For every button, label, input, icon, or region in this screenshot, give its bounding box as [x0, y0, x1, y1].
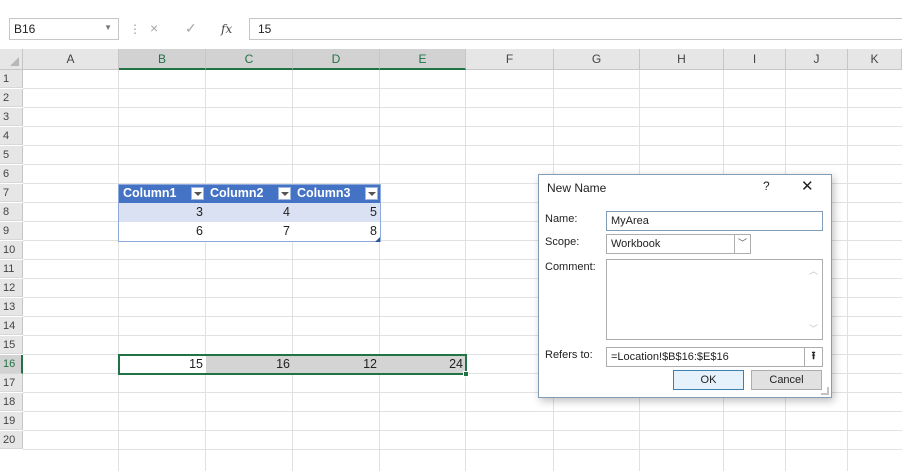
gridline: [23, 145, 902, 146]
range-cell-d16[interactable]: 12: [293, 355, 380, 374]
row-header-18[interactable]: 18: [0, 393, 23, 411]
formula-value: 15: [258, 22, 272, 36]
cancel-icon[interactable]: ×: [150, 20, 158, 36]
row-header-15[interactable]: 15: [0, 336, 23, 354]
table-header-label: Column2: [210, 186, 264, 200]
filter-dropdown-icon[interactable]: [365, 187, 378, 200]
scroll-down-icon[interactable]: ﹀: [809, 322, 818, 335]
table-cell[interactable]: 8: [293, 222, 380, 241]
gridline: [465, 70, 466, 471]
row-header-1[interactable]: 1: [0, 70, 23, 88]
formula-bar: B16 ▼ ⋮ × ✓ fx 15: [0, 0, 902, 46]
gridline: [23, 107, 902, 108]
row-header-2[interactable]: 2: [0, 89, 23, 107]
select-all-button[interactable]: [0, 49, 23, 70]
row-header-17[interactable]: 17: [0, 374, 23, 392]
refers-to-input[interactable]: =Location!$B$16:$E$16 ⭱: [606, 347, 823, 367]
table-resize-handle-icon[interactable]: [375, 237, 380, 242]
collapse-dialog-icon[interactable]: ⭱: [804, 348, 822, 366]
gridline: [118, 70, 119, 471]
gridline: [379, 70, 380, 471]
table-header-label: Column3: [297, 186, 351, 200]
column-header-d[interactable]: D: [293, 49, 380, 70]
refers-to-label: Refers to:: [545, 349, 593, 361]
row-header-4[interactable]: 4: [0, 127, 23, 145]
row-header-16[interactable]: 16: [0, 355, 23, 374]
row-header-3[interactable]: 3: [0, 108, 23, 126]
scroll-up-icon[interactable]: ︿: [809, 264, 818, 277]
gridline: [292, 70, 293, 471]
name-box-value: B16: [14, 22, 36, 36]
row-header-19[interactable]: 19: [0, 412, 23, 430]
row-header-10[interactable]: 10: [0, 241, 23, 259]
grip-dots-icon: ⋮: [129, 22, 141, 36]
row-header-11[interactable]: 11: [0, 260, 23, 278]
cancel-button[interactable]: Cancel: [751, 370, 822, 390]
range-cell-e16[interactable]: 24: [380, 355, 466, 374]
formula-input[interactable]: 15: [249, 18, 902, 40]
scope-select[interactable]: Workbook ﹀: [606, 234, 751, 254]
table-cell[interactable]: 4: [206, 203, 293, 222]
refers-to-value: =Location!$B$16:$E$16: [611, 351, 729, 363]
row-header-12[interactable]: 12: [0, 279, 23, 297]
ok-button[interactable]: OK: [673, 370, 744, 390]
gridline: [205, 70, 206, 471]
column-header-b[interactable]: B: [119, 49, 206, 70]
gridline: [23, 88, 902, 89]
gridline: [23, 126, 902, 127]
column-header-j[interactable]: J: [786, 49, 848, 70]
new-name-dialog: New Name ? ✕ Name: MyArea Scope: Workboo…: [538, 174, 832, 398]
column-header-g[interactable]: G: [554, 49, 640, 70]
name-label: Name:: [545, 213, 578, 225]
help-icon[interactable]: ?: [763, 179, 770, 193]
table-cell[interactable]: 6: [119, 222, 206, 241]
gridline: [23, 430, 902, 431]
scope-value: Workbook: [611, 238, 661, 250]
gridline: [23, 411, 902, 412]
row-header-8[interactable]: 8: [0, 203, 23, 221]
column-header-e[interactable]: E: [380, 49, 466, 70]
name-input[interactable]: MyArea: [606, 211, 823, 231]
row-header-14[interactable]: 14: [0, 317, 23, 335]
comment-label: Comment:: [545, 261, 596, 273]
row-header-13[interactable]: 13: [0, 298, 23, 316]
table-header-cell[interactable]: Column1: [119, 184, 206, 203]
range-cell-c16[interactable]: 16: [206, 355, 293, 374]
table-header-cell[interactable]: Column3: [293, 184, 380, 203]
fill-handle[interactable]: [463, 371, 469, 377]
filter-dropdown-icon[interactable]: [278, 187, 291, 200]
comment-textarea[interactable]: ︿ ﹀: [606, 259, 823, 340]
gridline: [847, 70, 848, 471]
column-header-k[interactable]: K: [848, 49, 902, 70]
chevron-down-icon[interactable]: ﹀: [734, 235, 750, 253]
select-all-icon: [10, 57, 19, 66]
table-header-label: Column1: [123, 186, 177, 200]
column-header-f[interactable]: F: [466, 49, 554, 70]
column-header-a[interactable]: A: [23, 49, 119, 70]
table-cell[interactable]: 7: [206, 222, 293, 241]
column-header-c[interactable]: C: [206, 49, 293, 70]
enter-icon[interactable]: ✓: [185, 20, 197, 37]
row-header-6[interactable]: 6: [0, 165, 23, 183]
row-header-5[interactable]: 5: [0, 146, 23, 164]
insert-function-icon[interactable]: fx: [221, 22, 232, 36]
column-header-h[interactable]: H: [640, 49, 724, 70]
resize-grip-icon[interactable]: [821, 387, 829, 395]
gridline: [23, 164, 902, 165]
dialog-title: New Name: [547, 181, 607, 195]
close-icon[interactable]: ✕: [801, 177, 814, 195]
table-cell[interactable]: 5: [293, 203, 380, 222]
scope-label: Scope:: [545, 236, 580, 248]
table-header-cell[interactable]: Column2: [206, 184, 293, 203]
table-cell[interactable]: 3: [119, 203, 206, 222]
chevron-down-icon[interactable]: ▼: [104, 23, 112, 32]
column-header-i[interactable]: I: [724, 49, 786, 70]
filter-dropdown-icon[interactable]: [191, 187, 204, 200]
row-header-9[interactable]: 9: [0, 222, 23, 240]
row-header-20[interactable]: 20: [0, 431, 23, 449]
gridline: [23, 449, 902, 450]
name-box[interactable]: B16 ▼: [9, 18, 119, 40]
row-header-7[interactable]: 7: [0, 184, 23, 202]
range-cell-b16[interactable]: 15: [119, 355, 206, 374]
